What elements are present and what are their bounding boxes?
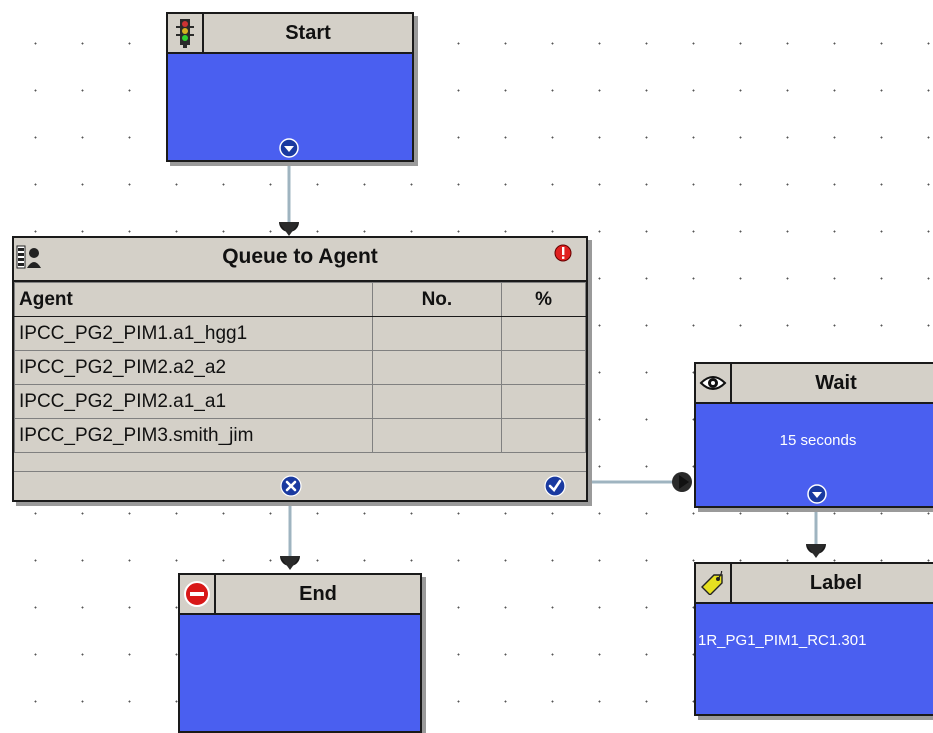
wait-node-header: Wait xyxy=(696,364,933,404)
percent-cell xyxy=(501,350,586,385)
agent-cell: IPCC_PG2_PIM3.smith_jim xyxy=(14,418,373,453)
percent-cell xyxy=(501,418,586,453)
label-node[interactable]: Label 1R_PG1_PIM1_RC1.301 xyxy=(694,562,933,716)
number-column-header: No. xyxy=(371,282,503,317)
agent-cell: IPCC_PG2_PIM2.a1_a1 xyxy=(14,384,373,419)
queue-to-agent-node[interactable]: Queue to Agent Agent No. % IPCC_PG2_PIM1… xyxy=(12,236,588,502)
stop-sign-icon xyxy=(180,575,216,613)
number-cell xyxy=(371,384,503,419)
success-exit-port-icon[interactable] xyxy=(544,475,566,497)
label-node-header: Label xyxy=(696,564,933,604)
table-row[interactable]: IPCC_PG2_PIM2.a2_a2 xyxy=(14,350,586,385)
number-cell xyxy=(371,316,503,351)
label-input-port-icon[interactable] xyxy=(804,540,828,562)
wait-duration-text: 15 seconds xyxy=(779,432,857,449)
queue-node-footer xyxy=(14,471,586,500)
percent-column-header: % xyxy=(501,282,586,317)
label-node-title: Label xyxy=(809,571,863,594)
table-row[interactable]: IPCC_PG2_PIM2.a1_a1 xyxy=(14,384,586,419)
queue-node-title: Queue to Agent xyxy=(222,245,378,268)
warning-icon xyxy=(554,244,572,262)
queue-input-port-icon[interactable] xyxy=(277,218,301,240)
table-row[interactable]: IPCC_PG2_PIM1.a1_hgg1 xyxy=(14,316,586,351)
end-node-header: End xyxy=(180,575,420,615)
eye-icon xyxy=(696,364,732,402)
percent-cell xyxy=(501,384,586,419)
wait-output-port-icon[interactable] xyxy=(807,484,827,504)
start-node[interactable]: Start xyxy=(166,12,414,162)
wait-node[interactable]: Wait 15 seconds xyxy=(694,362,933,508)
end-node[interactable]: End xyxy=(178,573,422,733)
agent-cell: IPCC_PG2_PIM1.a1_hgg1 xyxy=(14,316,373,351)
label-tag-icon xyxy=(696,564,732,602)
agent-table: Agent No. % IPCC_PG2_PIM1.a1_hgg1 IPCC_P… xyxy=(14,282,586,453)
wait-input-port-icon[interactable] xyxy=(672,470,694,494)
end-node-title: End xyxy=(299,582,337,605)
number-cell xyxy=(371,418,503,453)
failure-exit-port-icon[interactable] xyxy=(280,475,302,497)
agent-table-header-row: Agent No. % xyxy=(14,282,586,317)
traffic-light-icon xyxy=(168,14,204,52)
number-cell xyxy=(371,350,503,385)
agent-cell: IPCC_PG2_PIM2.a2_a2 xyxy=(14,350,373,385)
percent-cell xyxy=(501,316,586,351)
end-input-port-icon[interactable] xyxy=(278,552,302,574)
start-node-title: Start xyxy=(285,21,331,44)
start-output-port-icon[interactable] xyxy=(279,138,299,158)
start-node-header: Start xyxy=(168,14,412,54)
table-row[interactable]: IPCC_PG2_PIM3.smith_jim xyxy=(14,418,586,453)
queue-node-header: Queue to Agent xyxy=(14,238,586,282)
wait-node-title: Wait xyxy=(815,371,857,394)
agent-column-header: Agent xyxy=(14,282,373,317)
label-value-text: 1R_PG1_PIM1_RC1.301 xyxy=(698,632,867,649)
